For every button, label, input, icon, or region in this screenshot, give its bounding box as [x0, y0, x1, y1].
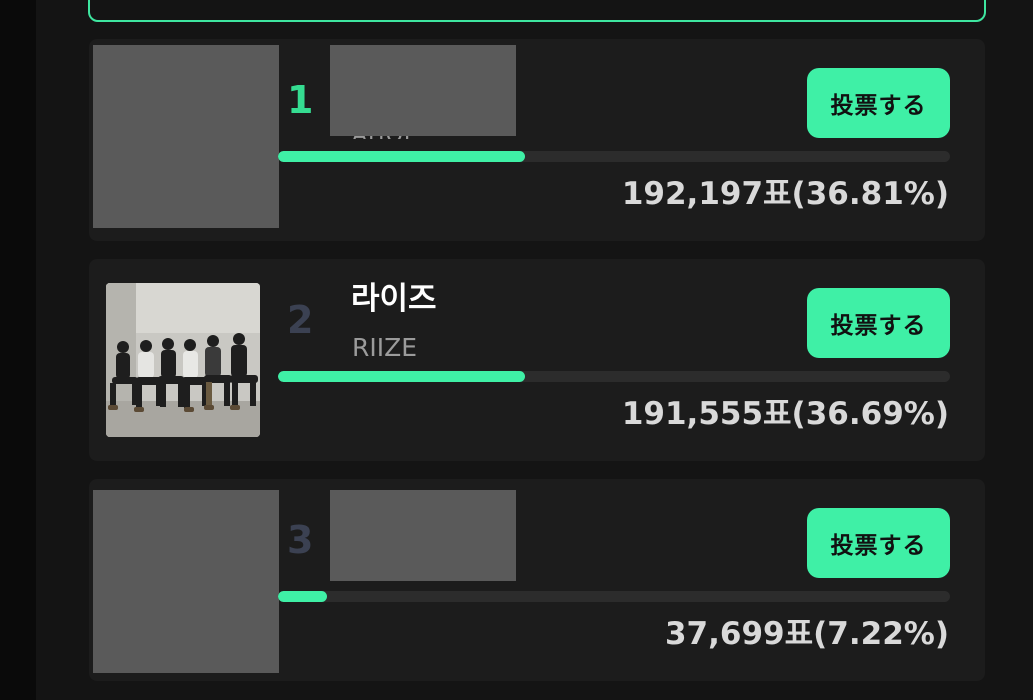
search-box[interactable] — [88, 0, 986, 22]
artist-english-name: RIIZE — [352, 333, 418, 362]
group-photo-image — [106, 283, 260, 437]
vote-progress-fill — [278, 371, 525, 382]
vote-button[interactable]: 投票する — [807, 68, 950, 138]
vote-button[interactable]: 投票する — [807, 288, 950, 358]
vote-progress-track — [278, 371, 950, 382]
vote-progress-track — [278, 591, 950, 602]
screen: 1 AHOP 投票する 192,197표(36.81%) — [0, 0, 1033, 700]
artist-image-redacted — [93, 490, 279, 673]
rank-number: 3 — [287, 518, 314, 562]
vote-count: 37,699표(7.22%) — [664, 616, 949, 652]
vote-button[interactable]: 投票する — [807, 508, 950, 578]
vote-count: 191,555표(36.69%) — [621, 396, 949, 432]
rank-number: 2 — [287, 298, 314, 342]
ranking-card-1: 1 AHOP 投票する 192,197표(36.81%) — [89, 39, 985, 241]
vote-progress-track — [278, 151, 950, 162]
artist-name-redacted — [330, 45, 516, 136]
artist-image-redacted — [93, 45, 279, 228]
vote-progress-fill — [278, 151, 526, 162]
rank-number: 1 — [287, 78, 314, 122]
vote-progress-fill — [278, 591, 327, 602]
artist-photo — [106, 283, 260, 437]
vote-count: 192,197표(36.81%) — [621, 176, 949, 212]
ranking-card-2: 2 라이즈 RIIZE 投票する 191,555표(36.69%) — [89, 259, 985, 461]
artist-name: 라이즈 — [351, 281, 437, 317]
artist-name-redacted — [330, 490, 516, 581]
ranking-card-3: 3 投票する 37,699표(7.22%) — [89, 479, 985, 681]
